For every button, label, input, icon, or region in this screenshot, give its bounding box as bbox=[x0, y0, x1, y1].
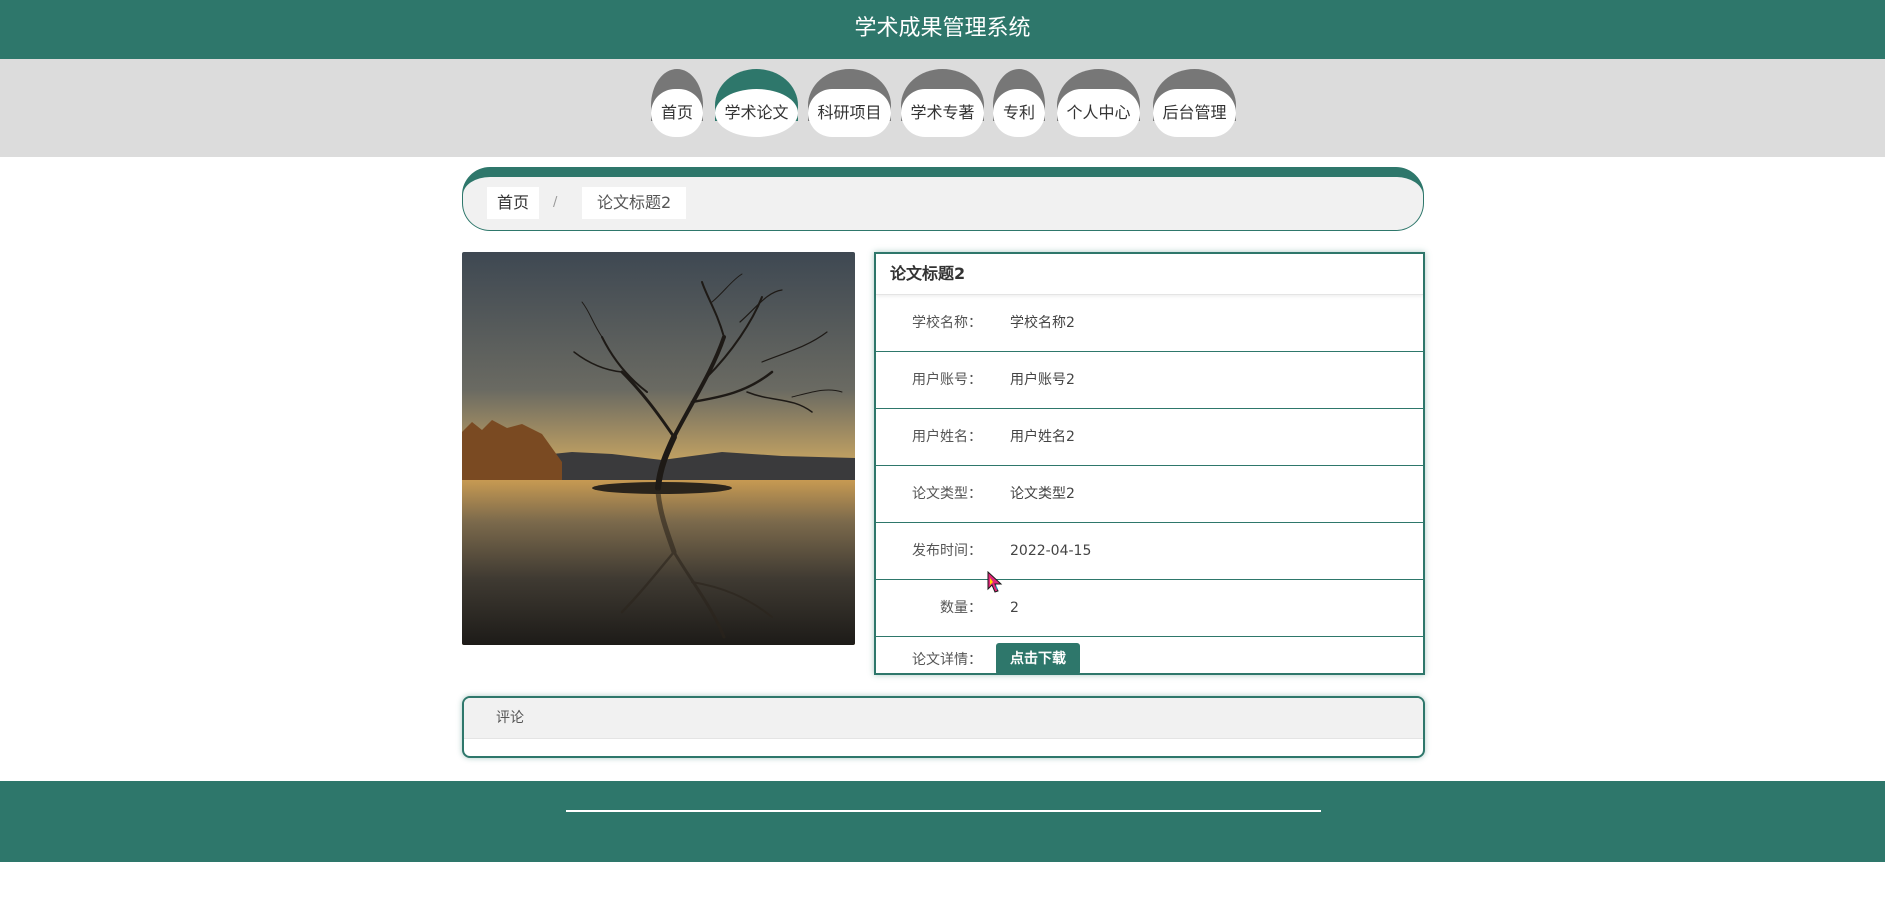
breadcrumb: 首页 / 论文标题2 bbox=[462, 167, 1424, 231]
field-label: 论文类型： bbox=[912, 486, 982, 502]
site-footer bbox=[0, 781, 1885, 862]
field-label: 用户姓名： bbox=[912, 429, 982, 445]
field-row-download: 论文详情： 点击下载 bbox=[876, 637, 1423, 683]
breadcrumb-separator: / bbox=[553, 195, 558, 210]
field-label: 发布时间： bbox=[912, 543, 982, 559]
nav-item-admin[interactable]: 后台管理 bbox=[1153, 69, 1236, 137]
nav-item-home[interactable]: 首页 bbox=[651, 69, 703, 137]
nav-bar: 首页 学术论文 科研项目 学术专著 专利 个人中心 后台管理 bbox=[0, 59, 1885, 157]
field-row-paper-type: 论文类型： 论文类型2 bbox=[876, 466, 1423, 523]
lone-tree-photo bbox=[462, 252, 855, 645]
field-row-username: 用户姓名： 用户姓名2 bbox=[876, 409, 1423, 466]
nav-item-label: 学术专著 bbox=[901, 89, 984, 137]
field-row-account: 用户账号： 用户账号2 bbox=[876, 352, 1423, 409]
comment-panel: 评论 bbox=[462, 696, 1425, 758]
nav-item-label: 科研项目 bbox=[808, 89, 891, 137]
nav-item-label: 专利 bbox=[993, 89, 1045, 137]
paper-detail-panel: 论文标题2 学校名称： 学校名称2 用户账号： 用户账号2 用户姓名： 用户姓名… bbox=[874, 252, 1425, 675]
download-button[interactable]: 点击下载 bbox=[996, 643, 1080, 675]
mouse-cursor-icon bbox=[987, 571, 1003, 593]
field-label: 数量： bbox=[940, 600, 982, 616]
nav-item-monographs[interactable]: 学术专著 bbox=[901, 69, 984, 137]
field-label: 学校名称： bbox=[912, 315, 982, 331]
field-label: 用户账号： bbox=[912, 372, 982, 388]
footer-divider bbox=[566, 810, 1321, 812]
field-value: 学校名称2 bbox=[1010, 315, 1075, 331]
field-value: 用户账号2 bbox=[1010, 372, 1075, 388]
comment-title: 评论 bbox=[464, 698, 1423, 739]
nav-item-label: 首页 bbox=[651, 89, 703, 137]
paper-title: 论文标题2 bbox=[876, 254, 1423, 295]
nav-item-label: 个人中心 bbox=[1057, 89, 1140, 137]
field-value: 论文类型2 bbox=[1010, 486, 1075, 502]
field-value: 用户姓名2 bbox=[1010, 429, 1075, 445]
breadcrumb-home-link[interactable]: 首页 bbox=[487, 187, 540, 219]
site-header: 学术成果管理系统 bbox=[0, 0, 1885, 59]
nav-item-label: 学术论文 bbox=[715, 89, 798, 137]
field-row-quantity: 数量： 2 bbox=[876, 580, 1423, 637]
field-value: 2022-04-15 bbox=[1010, 543, 1092, 559]
nav-item-projects[interactable]: 科研项目 bbox=[808, 69, 891, 137]
paper-image bbox=[462, 252, 855, 645]
field-label: 论文详情： bbox=[912, 652, 982, 668]
breadcrumb-current: 论文标题2 bbox=[582, 187, 687, 219]
nav-item-profile[interactable]: 个人中心 bbox=[1057, 69, 1140, 137]
field-row-publish-date: 发布时间： 2022-04-15 bbox=[876, 523, 1423, 580]
nav-item-patents[interactable]: 专利 bbox=[993, 69, 1045, 137]
field-value: 2 bbox=[1010, 600, 1019, 616]
nav-item-papers[interactable]: 学术论文 bbox=[715, 69, 798, 137]
site-title: 学术成果管理系统 bbox=[854, 16, 1031, 41]
nav-item-label: 后台管理 bbox=[1153, 89, 1236, 137]
field-row-school: 学校名称： 学校名称2 bbox=[876, 295, 1423, 352]
